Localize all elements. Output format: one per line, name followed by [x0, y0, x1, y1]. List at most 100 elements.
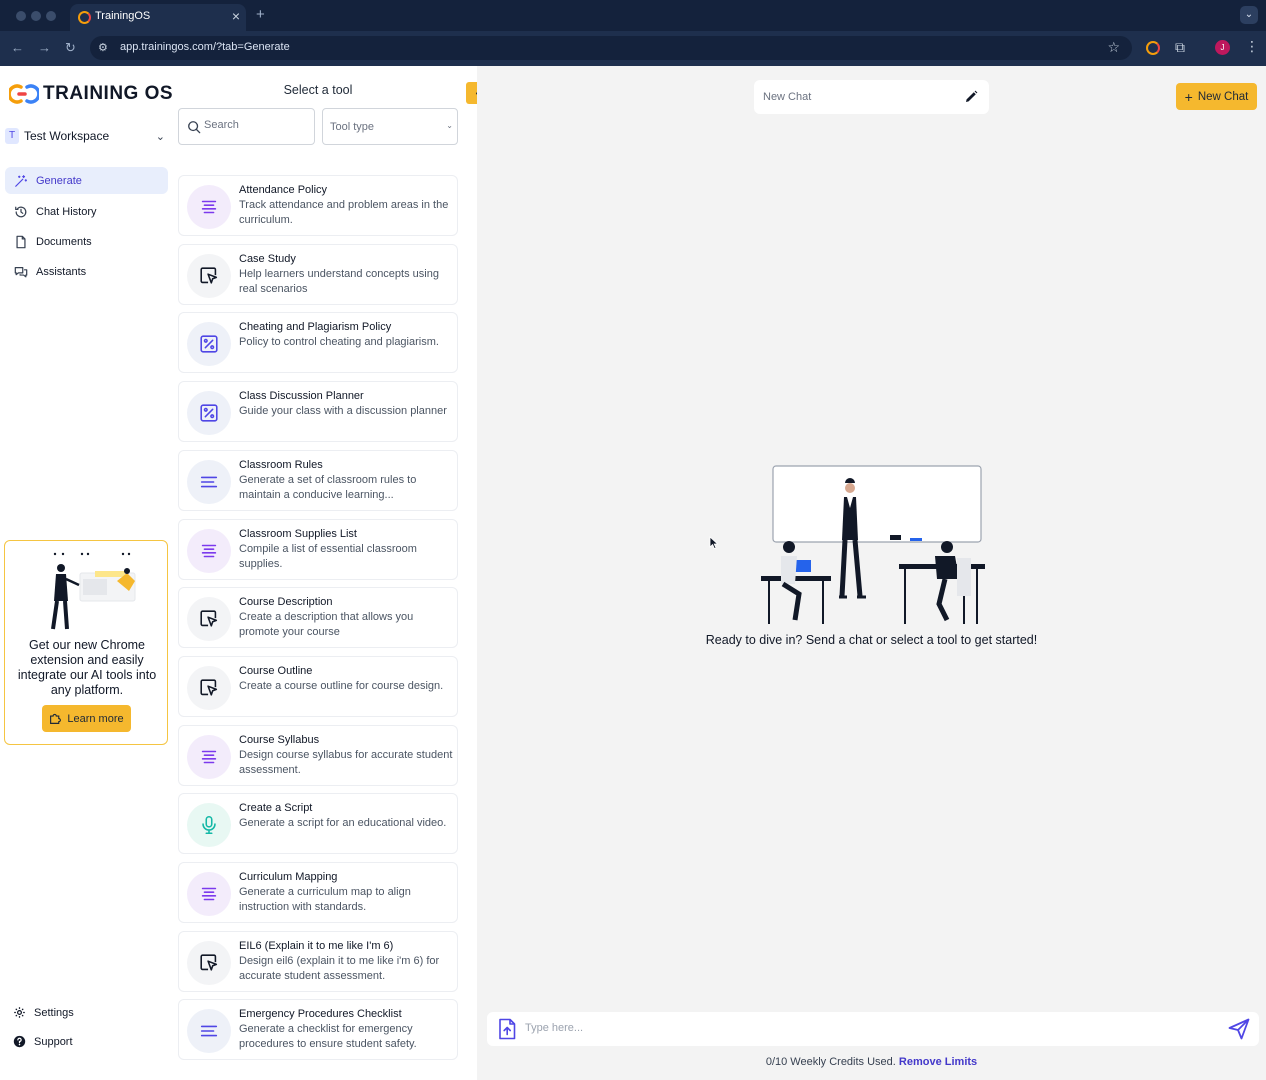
- workspace-selector[interactable]: T Test Workspace ⌄: [5, 125, 168, 147]
- help-circle-icon: [13, 1035, 26, 1048]
- address-bar[interactable]: ⚙ app.trainingos.com/?tab=Generate ☆: [90, 36, 1132, 60]
- new-chat-label: New Chat: [1197, 90, 1249, 103]
- workspace-name: Test Workspace: [24, 129, 110, 143]
- app-logo[interactable]: TRAINING OS: [9, 82, 173, 106]
- site-settings-icon[interactable]: ⚙: [98, 41, 108, 54]
- tool-card[interactable]: Course Description Create a description t…: [178, 587, 458, 649]
- tool-card[interactable]: Classroom Supplies List Compile a list of…: [178, 518, 458, 580]
- settings-link[interactable]: Settings: [13, 1006, 74, 1019]
- plus-icon: +: [1184, 88, 1193, 105]
- tool-description: Generate a set of classroom rules to mai…: [239, 473, 417, 501]
- tool-icon-badge: [187, 803, 231, 848]
- tool-name: Course Syllabus: [239, 733, 320, 746]
- empty-state-message: Ready to dive in? Send a chat or select …: [705, 633, 1038, 647]
- extensions-puzzle-icon[interactable]: ⧉: [1175, 39, 1185, 56]
- tool-description: Create a description that allows you pro…: [239, 611, 414, 639]
- sidebar-item-label: Documents: [36, 235, 92, 248]
- chat-composer: [487, 1012, 1259, 1046]
- tool-type-select[interactable]: Tool type ⌄: [322, 108, 458, 145]
- cursor-box-icon: [200, 954, 218, 971]
- tool-panel: Select a tool Tool type ⌄ Attendance Pol…: [174, 66, 464, 1080]
- tool-description: Compile a list of essential classroom su…: [239, 542, 417, 570]
- main-chat-area: New Chat + New Chat Ready to dive in? Se…: [477, 66, 1266, 1080]
- tool-name: Classroom Supplies List: [239, 527, 357, 540]
- support-link[interactable]: Support: [13, 1035, 73, 1048]
- tool-description: Design course syllabus for accurate stud…: [239, 748, 453, 776]
- tool-name: Cheating and Plagiarism Policy: [239, 321, 392, 334]
- tool-description: Track attendance and problem areas in th…: [239, 199, 449, 226]
- back-icon[interactable]: ←: [11, 40, 24, 55]
- tool-icon-badge: [187, 322, 231, 367]
- puzzle-icon: [50, 713, 62, 724]
- remove-limits-link[interactable]: Remove Limits: [899, 1056, 977, 1068]
- sidebar-item-generate[interactable]: Generate: [5, 167, 168, 194]
- tool-card[interactable]: Create a Script Generate a script for an …: [178, 793, 458, 855]
- tool-description: Policy to control cheating and plagiaris…: [239, 336, 439, 349]
- tool-card[interactable]: EIL6 (Explain it to me like I'm 6) Design…: [178, 930, 458, 992]
- tool-name: Case Study: [239, 252, 296, 265]
- window-close-dot[interactable]: [16, 11, 26, 21]
- lines-icon: [201, 544, 217, 557]
- tool-icon-badge: [187, 391, 231, 436]
- send-icon[interactable]: [1227, 1017, 1251, 1041]
- file-upload-icon[interactable]: [497, 1018, 517, 1040]
- tool-card[interactable]: Emergency Procedures Checklist Generate a…: [178, 999, 458, 1061]
- tab-search-icon[interactable]: ⌄: [1240, 6, 1258, 24]
- browser-tab-bar: TrainingOS × + ⌄: [0, 0, 1266, 31]
- tool-card[interactable]: Course Syllabus Design course syllabus fo…: [178, 724, 458, 786]
- tool-type-placeholder: Tool type: [330, 121, 375, 133]
- mouse-cursor-icon: [709, 536, 719, 550]
- sidebar-item-documents[interactable]: Documents: [5, 228, 168, 255]
- learn-more-button[interactable]: Learn more: [42, 705, 131, 732]
- browser-tab[interactable]: TrainingOS ×: [70, 4, 246, 31]
- bookmark-star-icon[interactable]: ☆: [1107, 39, 1120, 56]
- tool-icon-badge: [187, 185, 231, 229]
- tool-card[interactable]: Course Outline Create a course outline fo…: [178, 655, 458, 717]
- tool-search[interactable]: [178, 108, 315, 145]
- tool-icon-badge: [187, 597, 231, 642]
- tool-icon-badge: [187, 1009, 231, 1054]
- new-chat-button[interactable]: + New Chat: [1176, 83, 1257, 110]
- tool-card[interactable]: Cheating and Plagiarism Policy Policy to …: [178, 312, 458, 374]
- text-lines-icon: [200, 1026, 218, 1037]
- trainingos-extension-icon[interactable]: [1146, 41, 1160, 55]
- chat-title-field[interactable]: New Chat: [754, 80, 989, 114]
- sidebar-item-label: Generate: [36, 174, 82, 187]
- search-input[interactable]: [204, 119, 304, 131]
- sidebar-item-label: Assistants: [36, 265, 87, 278]
- tool-card[interactable]: Attendance Policy Track attendance and pr…: [178, 175, 458, 236]
- tool-name: Curriculum Mapping: [239, 871, 338, 883]
- reload-icon[interactable]: ↻: [65, 40, 76, 56]
- workspace-avatar: T: [5, 128, 19, 144]
- pencil-icon[interactable]: [963, 89, 979, 105]
- classroom-illustration: [761, 465, 985, 624]
- tool-card[interactable]: Curriculum Mapping Generate a curriculum …: [178, 862, 458, 923]
- browser-menu-icon[interactable]: ⋮: [1245, 38, 1259, 55]
- percent-box-icon: [200, 404, 218, 422]
- tool-icon-badge: [187, 253, 231, 298]
- chat-input[interactable]: [525, 1022, 1205, 1034]
- sidebar-item-label: Chat History: [36, 205, 97, 218]
- tool-icon-badge: [187, 734, 231, 779]
- window-minimize-dot[interactable]: [31, 11, 41, 21]
- tool-name: Class Discussion Planner: [239, 390, 364, 403]
- tool-description: Create a course outline for course desig…: [239, 679, 444, 692]
- tool-name: Emergency Procedures Checklist: [239, 1008, 402, 1021]
- sidebar-item-chat-history[interactable]: Chat History: [5, 198, 168, 225]
- tool-card[interactable]: Case Study Help learners understand conce…: [178, 243, 458, 305]
- cursor-box-icon: [200, 679, 218, 696]
- lines-icon: [201, 750, 217, 763]
- window-zoom-dot[interactable]: [46, 11, 56, 21]
- text-lines-icon: [200, 476, 218, 488]
- tab-close-icon[interactable]: ×: [232, 8, 240, 24]
- tool-description: Help learners understand concepts using …: [239, 267, 439, 295]
- tool-card[interactable]: Classroom Rules Generate a set of classro…: [178, 449, 458, 511]
- profile-avatar[interactable]: J: [1215, 40, 1230, 55]
- sidebar-item-assistants[interactable]: Assistants: [5, 258, 168, 285]
- tool-card[interactable]: Class Discussion Planner Guide your class…: [178, 381, 458, 443]
- new-tab-icon[interactable]: +: [256, 6, 265, 23]
- support-label: Support: [34, 1035, 73, 1048]
- forward-icon[interactable]: →: [38, 40, 51, 55]
- credits-status: 0/10 Weekly Credits Used. Remove Limits: [477, 1056, 1266, 1068]
- favicon-icon: [78, 11, 91, 24]
